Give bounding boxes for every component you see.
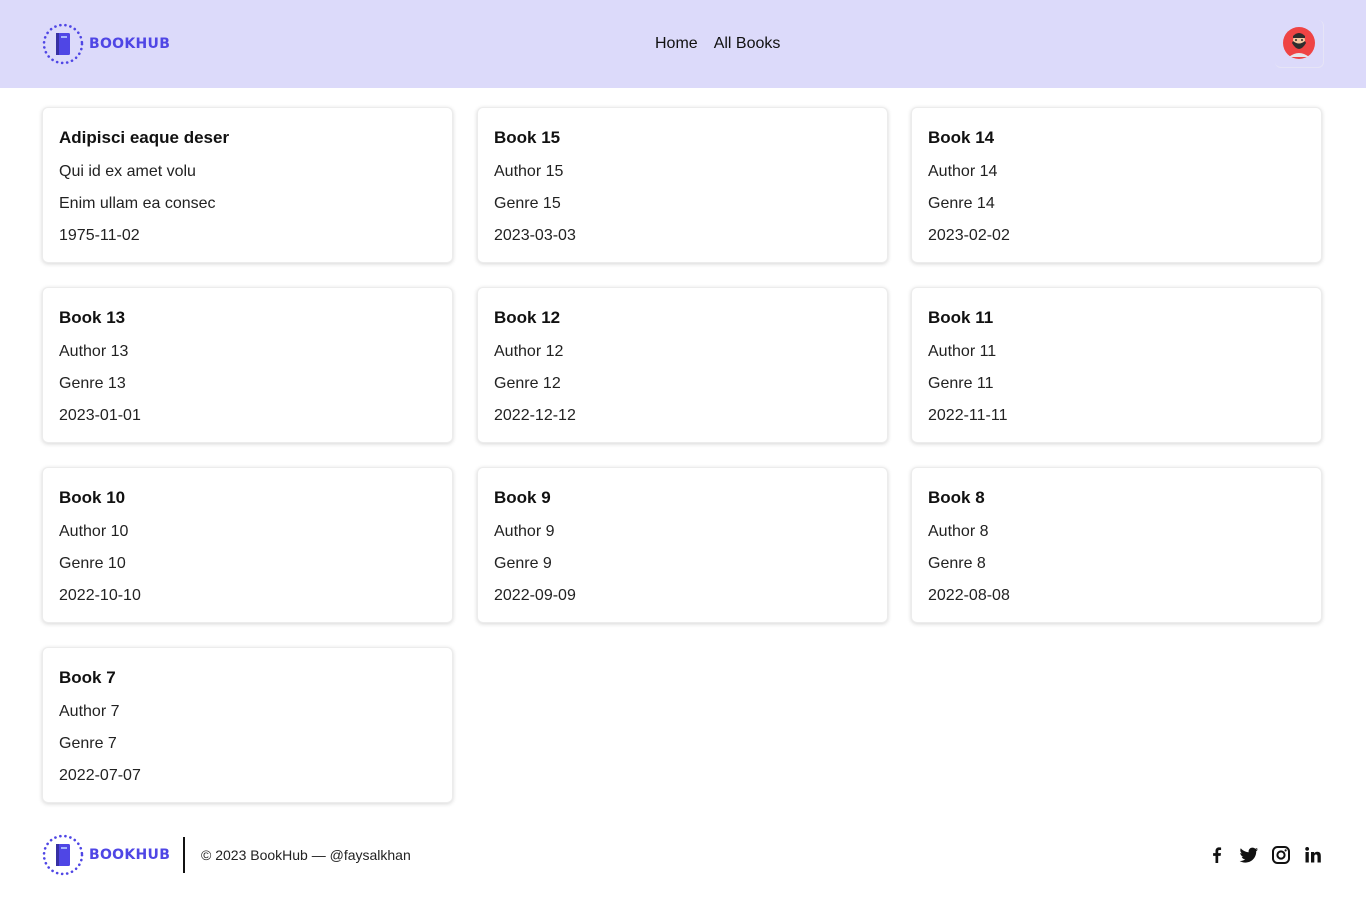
book-title: Book 11 <box>928 308 994 327</box>
facebook-icon[interactable] <box>1207 845 1227 865</box>
book-title: Book 8 <box>928 488 985 507</box>
book-genre: Genre 14 <box>928 195 995 212</box>
book-card[interactable]: Book 15 Author 15 Genre 15 2023-03-03 <box>477 107 888 263</box>
social-links <box>1207 845 1323 865</box>
footer-logo[interactable]: BOOKHUB <box>42 834 170 876</box>
header: BOOKHUB Home All Books <box>0 0 1366 88</box>
user-avatar-icon <box>1283 27 1315 59</box>
book-author: Author 11 <box>928 343 997 360</box>
book-card[interactable]: Book 10 Author 10 Genre 10 2022-10-10 <box>42 467 453 623</box>
book-title: Book 12 <box>494 308 561 327</box>
book-card[interactable]: Book 7 Author 7 Genre 7 2022-07-07 <box>42 647 453 803</box>
book-genre: Genre 12 <box>494 375 561 392</box>
instagram-icon[interactable] <box>1271 845 1291 865</box>
footer-divider <box>183 837 185 873</box>
book-card[interactable]: Book 13 Author 13 Genre 13 2023-01-01 <box>42 287 453 443</box>
footer-brand-name: BOOKHUB <box>89 847 171 863</box>
brand-name: BOOKHUB <box>89 36 171 52</box>
book-card[interactable]: Book 12 Author 12 Genre 12 2022-12-12 <box>477 287 888 443</box>
book-icon <box>42 834 84 876</box>
nav-all-books[interactable]: All Books <box>714 33 781 55</box>
book-date: 2023-01-01 <box>59 407 141 424</box>
brand-logo[interactable]: BOOKHUB <box>42 23 170 65</box>
book-author: Author 15 <box>494 163 564 180</box>
book-genre: Genre 7 <box>59 735 117 752</box>
book-author: Author 13 <box>59 343 129 360</box>
book-genre: Genre 8 <box>928 555 986 572</box>
book-card[interactable]: Book 8 Author 8 Genre 8 2022-08-08 <box>911 467 1322 623</box>
book-genre: Genre 9 <box>494 555 552 572</box>
book-genre: Genre 11 <box>928 375 994 392</box>
book-author: Author 7 <box>59 703 120 720</box>
book-date: 2023-03-03 <box>494 227 576 244</box>
book-title: Adipisci eaque deser <box>59 128 230 147</box>
book-card[interactable]: Book 11 Author 11 Genre 11 2022-11-11 <box>911 287 1322 443</box>
book-date: 2023-02-02 <box>928 227 1010 244</box>
book-genre: Genre 13 <box>59 375 126 392</box>
book-author: Author 14 <box>928 163 998 180</box>
book-date: 1975-11-02 <box>59 227 140 244</box>
book-author: Author 8 <box>928 523 989 540</box>
twitter-icon[interactable] <box>1239 845 1259 865</box>
book-title: Book 10 <box>59 488 126 507</box>
book-genre: Genre 15 <box>494 195 561 212</box>
book-card[interactable]: Book 14 Author 14 Genre 14 2023-02-02 <box>911 107 1322 263</box>
book-author: Author 12 <box>494 343 564 360</box>
linkedin-icon[interactable] <box>1303 845 1323 865</box>
book-card[interactable]: Adipisci eaque deser Qui id ex amet volu… <box>42 107 453 263</box>
book-genre: Genre 10 <box>59 555 126 572</box>
book-title: Book 7 <box>59 668 116 687</box>
book-date: 2022-12-12 <box>494 407 576 424</box>
main-nav: Home All Books <box>655 33 780 55</box>
book-date: 2022-07-07 <box>59 767 141 784</box>
copyright-text: © 2023 BookHub — @faysalkhan <box>201 847 411 863</box>
book-date: 2022-09-09 <box>494 587 576 604</box>
book-author: Author 10 <box>59 523 129 540</box>
book-genre: Enim ullam ea consec <box>59 195 216 212</box>
book-author: Qui id ex amet volu <box>59 163 196 180</box>
book-title: Book 13 <box>59 308 126 327</box>
book-title: Book 14 <box>928 128 995 147</box>
book-title: Book 9 <box>494 488 551 507</box>
user-menu[interactable] <box>1275 20 1324 68</box>
book-date: 2022-11-11 <box>928 407 1008 424</box>
book-date: 2022-10-10 <box>59 587 141 604</box>
book-icon <box>42 23 84 65</box>
book-card[interactable]: Book 9 Author 9 Genre 9 2022-09-09 <box>477 467 888 623</box>
book-date: 2022-08-08 <box>928 587 1010 604</box>
book-title: Book 15 <box>494 128 561 147</box>
book-author: Author 9 <box>494 523 555 540</box>
nav-home[interactable]: Home <box>655 33 698 55</box>
